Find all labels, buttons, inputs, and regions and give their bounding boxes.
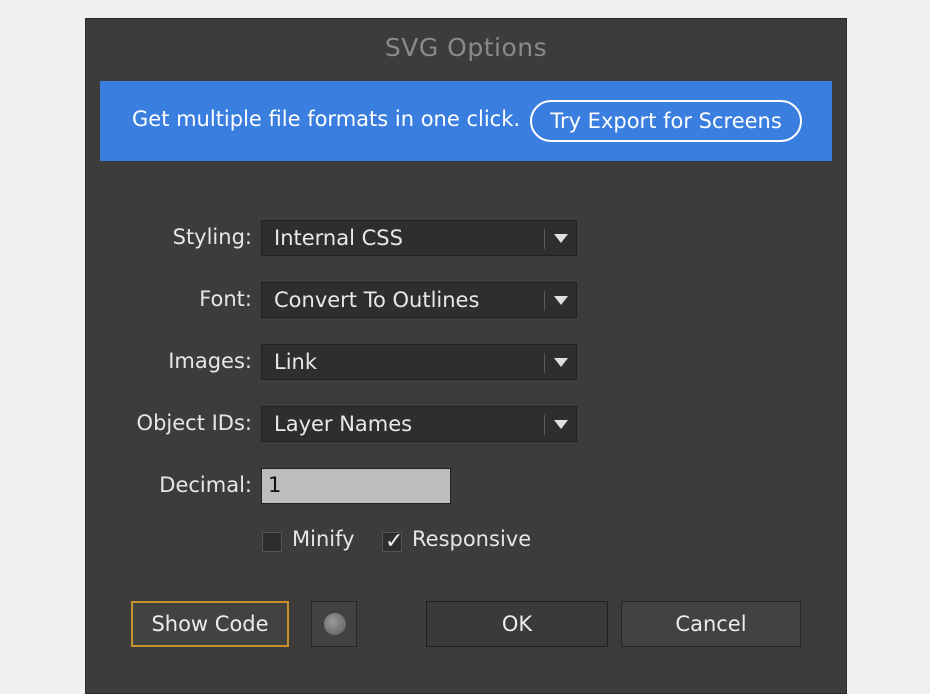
font-label: Font: <box>199 287 252 311</box>
ok-button[interactable]: OK <box>426 601 608 647</box>
font-row: Font: Convert To Outlines <box>86 282 848 318</box>
select-separator <box>544 229 545 249</box>
object-ids-select[interactable]: Layer Names <box>261 406 577 442</box>
responsive-checkbox[interactable]: ✓ <box>382 529 404 554</box>
dialog-title: SVG Options <box>384 33 548 62</box>
object-ids-label: Object IDs: <box>136 411 252 435</box>
svg-options-dialog: SVG Options Get multiple file formats in… <box>85 18 847 694</box>
font-value: Convert To Outlines <box>274 288 480 312</box>
banner-text: Get multiple file formats in one click. <box>132 107 521 131</box>
decimal-label: Decimal: <box>159 473 252 497</box>
cancel-button[interactable]: Cancel <box>621 601 801 647</box>
export-banner: Get multiple file formats in one click. … <box>100 81 832 161</box>
responsive-label[interactable]: Responsive <box>412 527 531 551</box>
font-select[interactable]: Convert To Outlines <box>261 282 577 318</box>
select-separator <box>544 353 545 373</box>
images-row: Images: Link <box>86 344 848 380</box>
minify-checkbox[interactable] <box>262 532 282 552</box>
styling-row: Styling: Internal CSS <box>86 220 848 256</box>
web-preview-button[interactable] <box>311 601 357 647</box>
try-export-for-screens-button[interactable]: Try Export for Screens <box>530 100 802 142</box>
chevron-down-icon[interactable] <box>554 420 568 429</box>
styling-select[interactable]: Internal CSS <box>261 220 577 256</box>
decimal-row: Decimal: 1 <box>86 468 848 504</box>
object-ids-value: Layer Names <box>274 412 413 436</box>
select-separator <box>544 415 545 435</box>
decimal-input[interactable]: 1 <box>261 468 451 504</box>
images-value: Link <box>274 350 318 374</box>
styling-label: Styling: <box>172 225 252 249</box>
object-ids-row: Object IDs: Layer Names <box>86 406 848 442</box>
select-separator <box>544 291 545 311</box>
styling-value: Internal CSS <box>274 226 403 250</box>
checkmark-icon: ✓ <box>385 529 404 554</box>
images-select[interactable]: Link <box>261 344 577 380</box>
images-label: Images: <box>168 349 252 373</box>
chevron-down-icon[interactable] <box>554 358 568 367</box>
minify-label[interactable]: Minify <box>292 527 355 551</box>
globe-icon <box>324 613 346 635</box>
show-code-button[interactable]: Show Code <box>131 601 289 647</box>
chevron-down-icon[interactable] <box>554 296 568 305</box>
chevron-down-icon[interactable] <box>554 234 568 243</box>
